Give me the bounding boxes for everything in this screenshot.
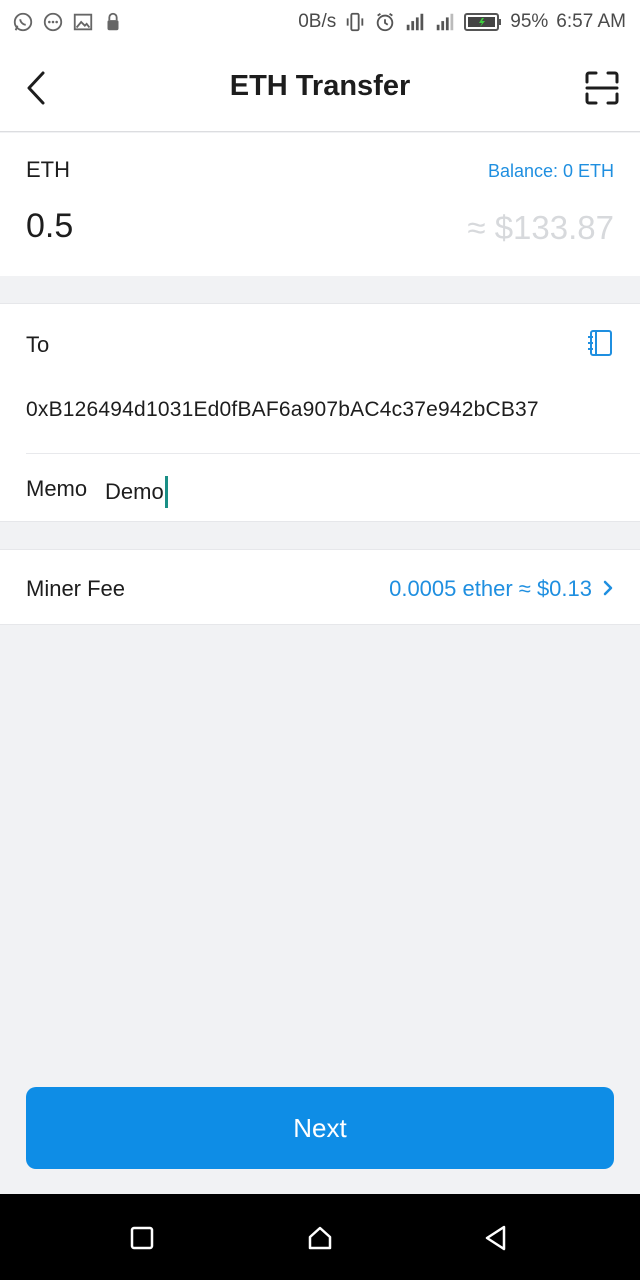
scan-icon [585,71,619,105]
next-button[interactable]: Next [26,1087,614,1169]
fiat-estimate: ≈ $133.87 [467,209,614,246]
home-icon [308,1226,332,1250]
chevron-right-icon [600,578,616,598]
network-speed: 0B/s [298,11,337,32]
recipient-address-input[interactable]: 0xB126494d1031Ed0fBAF6a907bAC4c37e942bCB… [26,398,539,422]
triangle-back-icon [485,1225,506,1251]
home-button[interactable] [298,1216,342,1260]
battery-level: 95% [510,11,549,32]
memo-label: Memo [26,476,88,501]
fee-value: 0.0005 ether ≈ $0.13 [389,576,592,601]
system-nav-bar [0,1194,640,1280]
image-icon [72,11,94,33]
text-caret [164,476,168,508]
recipient-card: To 0xB126494d1031Ed0fBAF6a907bAC4c37e942… [0,303,640,522]
status-bar: 0B/s 95% 6:57 AM [0,0,640,44]
whatsapp-icon [12,11,34,33]
square-icon [130,1226,154,1250]
lock-icon [102,11,124,33]
screen: 0B/s 95% 6:57 AM ETH Transfer ETH Balanc… [0,0,640,1280]
page-title: ETH Transfer [229,70,411,102]
address-book-icon [588,330,612,356]
amount-card: ETH Balance: 0 ETH 0.5 ≈ $133.87 [0,133,640,276]
chat-icon [42,11,64,33]
battery-icon [464,11,502,33]
amount-input[interactable]: 0.5 [26,207,73,246]
system-indicators: 0B/s 95% 6:57 AM [298,11,626,33]
memo-value: Demo [105,479,164,504]
alarm-icon [374,11,396,33]
address-book-button[interactable] [586,328,616,358]
memo-input[interactable]: Demo [105,476,168,508]
back-nav-button[interactable] [474,1216,518,1260]
to-label: To [26,332,50,357]
notification-icons [12,11,124,33]
fee-label: Miner Fee [26,576,126,601]
signal-icon-2 [434,11,456,33]
miner-fee-row[interactable]: Miner Fee 0.0005 ether ≈ $0.13 [0,549,640,625]
asset-label: ETH [26,157,70,182]
recent-apps-button[interactable] [120,1216,164,1260]
clock: 6:57 AM [556,11,626,32]
signal-icon [404,11,426,33]
balance-link[interactable]: Balance: 0 ETH [488,161,614,182]
app-header: ETH Transfer [0,44,640,132]
divider [26,453,640,454]
vibrate-icon [344,11,366,33]
scan-button[interactable] [584,70,620,106]
